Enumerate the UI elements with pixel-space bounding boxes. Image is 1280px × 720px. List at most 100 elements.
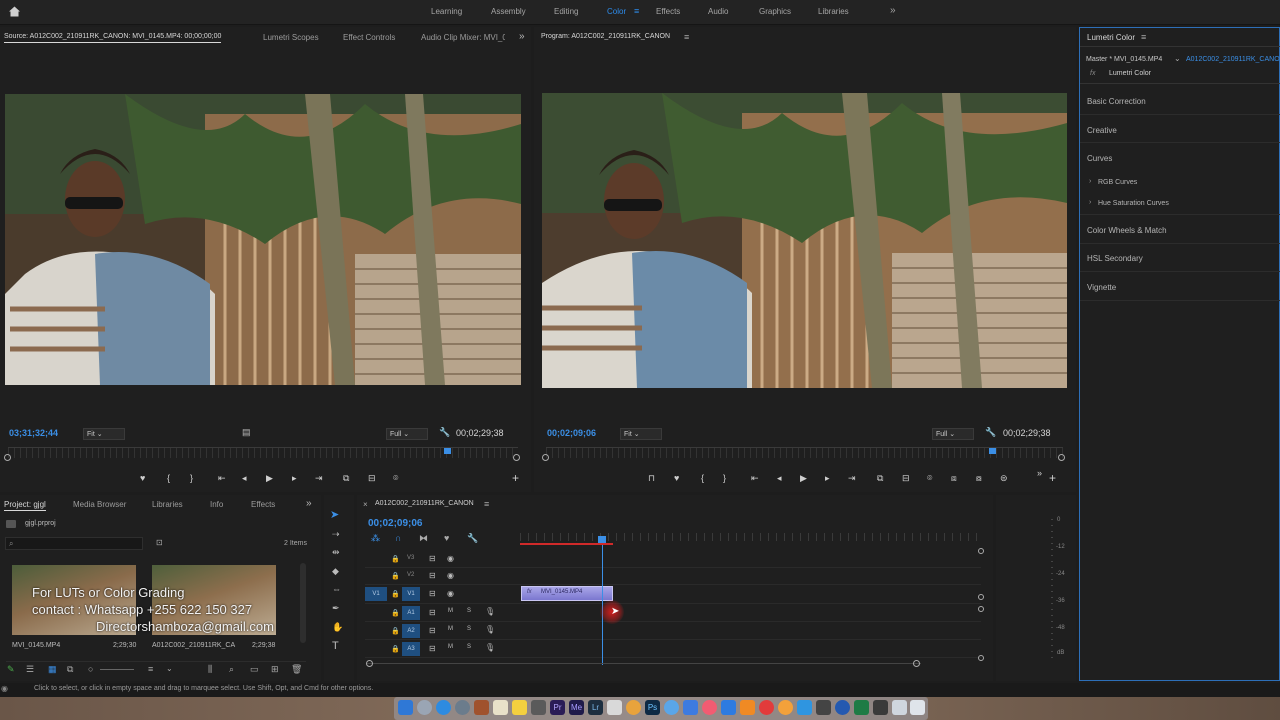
eye-icon[interactable]: ◉ — [447, 554, 454, 563]
mic-icon[interactable]: 🎙 — [485, 607, 495, 616]
tab-libraries[interactable]: Libraries — [152, 500, 183, 509]
lumetri-title[interactable]: Lumetri Color — [1087, 33, 1135, 42]
lock-icon[interactable]: 🔒 — [391, 609, 400, 617]
snap-icon[interactable]: ∩ — [395, 533, 401, 543]
safari-icon[interactable] — [436, 700, 451, 715]
solo-button[interactable]: S — [467, 644, 471, 650]
fx-icon[interactable]: fx — [1090, 70, 1095, 77]
mute-button[interactable]: M — [448, 626, 453, 632]
trash-icon[interactable] — [910, 700, 925, 715]
icon-view-icon[interactable]: ▦ — [48, 664, 57, 675]
solo-button[interactable]: S — [467, 608, 471, 614]
tab-sequence[interactable]: A012C002_210911RK_CANON — [375, 500, 474, 507]
timeline-playhead-handle[interactable] — [598, 536, 606, 543]
sync-lock-icon[interactable]: ⊟ — [429, 589, 436, 598]
new-bin-from-search-icon[interactable]: ⊡ — [156, 538, 163, 547]
more-tabs-icon[interactable]: » — [519, 31, 525, 42]
prog-mark-in-icon[interactable]: { — [701, 473, 704, 483]
settings-wrench-icon[interactable]: 🔧 — [439, 427, 450, 438]
master-chevron-icon[interactable]: ⌄ — [1174, 54, 1181, 63]
workspace-audio[interactable]: Audio — [708, 7, 728, 16]
hue-sat-chevron-icon[interactable]: › — [1089, 199, 1091, 206]
go-to-out-icon[interactable]: ⇥ — [315, 473, 323, 484]
source-patch-v1[interactable]: V1 — [365, 587, 387, 601]
chrome-icon[interactable] — [626, 700, 641, 715]
eye-icon[interactable]: ◉ — [447, 571, 454, 580]
excel-icon[interactable] — [854, 700, 869, 715]
prog-go-to-out-icon[interactable]: ⇥ — [848, 473, 856, 484]
zoom-slider[interactable] — [100, 669, 134, 670]
step-back-icon[interactable]: ◂ — [242, 473, 247, 484]
track-select-tool-icon[interactable]: ⇢ — [332, 529, 340, 540]
program-zoom-handle-right[interactable] — [1058, 454, 1065, 461]
program-fit-select[interactable]: Fit ⌄ — [620, 428, 662, 440]
lock-icon[interactable]: 🔒 — [391, 555, 400, 563]
overwrite-icon[interactable]: ⊟ — [368, 473, 376, 484]
project-search-input[interactable]: ⌕ — [5, 537, 143, 550]
mark-in-icon[interactable]: { — [167, 473, 170, 483]
source-zoom-handle-left[interactable] — [4, 454, 11, 461]
step-forward-icon[interactable]: ▸ — [292, 473, 297, 484]
timeline-zoom-bar[interactable] — [366, 660, 921, 671]
razor-tool-icon[interactable]: ◆ — [332, 566, 339, 577]
notes-app-icon[interactable] — [474, 700, 489, 715]
program-zoom-handle-left[interactable] — [542, 454, 549, 461]
prog-mark-clip-icon[interactable]: ⊓ — [648, 473, 655, 484]
section-basic-correction[interactable]: Basic Correction — [1087, 97, 1146, 106]
automate-icon[interactable]: ⫼ — [208, 664, 212, 675]
mark-out-icon[interactable]: } — [190, 473, 193, 483]
workspace-color[interactable]: Color — [607, 7, 626, 16]
tab-project[interactable]: Project: gjgl — [4, 500, 46, 511]
prog-add-button-icon[interactable]: + — [1049, 471, 1056, 485]
track-label-a1[interactable]: A1 — [402, 606, 420, 620]
track-label-v2[interactable]: V2 — [407, 572, 414, 578]
project-scrollbar[interactable] — [300, 563, 306, 643]
word-icon[interactable] — [835, 700, 850, 715]
section-color-wheels[interactable]: Color Wheels & Match — [1087, 226, 1167, 235]
tab-media-browser[interactable]: Media Browser — [73, 500, 126, 509]
zoom-handle-right[interactable] — [913, 660, 920, 667]
rgb-curves-chevron-icon[interactable]: › — [1089, 178, 1091, 185]
program-scrub-bar[interactable] — [542, 447, 1065, 461]
lift-icon[interactable]: ⧉ — [877, 473, 883, 484]
track-scroll-handle[interactable] — [978, 594, 984, 600]
mail-icon[interactable] — [683, 700, 698, 715]
track-label-v3[interactable]: V3 — [407, 555, 414, 561]
hand-tool-icon[interactable]: ✋ — [332, 622, 343, 633]
section-creative[interactable]: Creative — [1087, 126, 1117, 135]
nest-icon[interactable]: ⁂ — [371, 533, 380, 544]
finder-window-icon[interactable] — [873, 700, 888, 715]
antivirus-icon[interactable] — [759, 700, 774, 715]
lumetri-sequence-clip[interactable]: A012C002_210911RK_CANO — [1186, 56, 1280, 63]
workspace-learning[interactable]: Learning — [431, 7, 462, 16]
insert-icon[interactable]: ⧉ — [343, 473, 349, 484]
sync-lock-icon[interactable]: ⊟ — [429, 554, 436, 563]
safe-margins-icon[interactable]: ▤ — [242, 427, 251, 438]
prog-play-icon[interactable]: ▶ — [800, 473, 807, 484]
close-sequence-icon[interactable]: × — [363, 500, 368, 509]
tab-program[interactable]: Program: A012C002_210911RK_CANON — [541, 33, 670, 40]
home-icon[interactable] — [8, 5, 21, 18]
new-item-icon[interactable]: ⊞ — [271, 664, 279, 675]
lumetri-menu-icon[interactable]: ≡ — [1141, 32, 1146, 42]
workspace-assembly[interactable]: Assembly — [491, 7, 526, 16]
comparison-view-icon[interactable]: ⧈ — [951, 473, 957, 484]
prog-step-back-icon[interactable]: ◂ — [777, 473, 782, 484]
extract-icon[interactable]: ⊟ — [902, 473, 910, 484]
sort-chevron-icon[interactable]: ⌄ — [166, 664, 173, 673]
ripple-edit-tool-icon[interactable]: ⇹ — [332, 547, 340, 558]
workspace-menu-icon[interactable]: ≡ — [634, 6, 639, 16]
xcode-icon[interactable] — [797, 700, 812, 715]
utility-icon[interactable] — [778, 700, 793, 715]
new-bin-icon[interactable]: ▭ — [250, 664, 259, 675]
section-vignette[interactable]: Vignette — [1087, 283, 1116, 292]
go-to-in-icon[interactable]: ⇤ — [218, 473, 226, 484]
toggle-proxies-icon[interactable]: ⧇ — [976, 473, 982, 484]
media-encoder-icon[interactable]: Me — [569, 700, 584, 715]
source-timecode[interactable]: 03;31;32;44 — [9, 428, 58, 438]
tab-info[interactable]: Info — [210, 500, 223, 509]
lightroom-icon[interactable]: Lr — [588, 700, 603, 715]
workspace-effects[interactable]: Effects — [656, 7, 680, 16]
linked-selection-icon[interactable]: ⧓ — [419, 533, 428, 544]
music-icon[interactable] — [702, 700, 717, 715]
